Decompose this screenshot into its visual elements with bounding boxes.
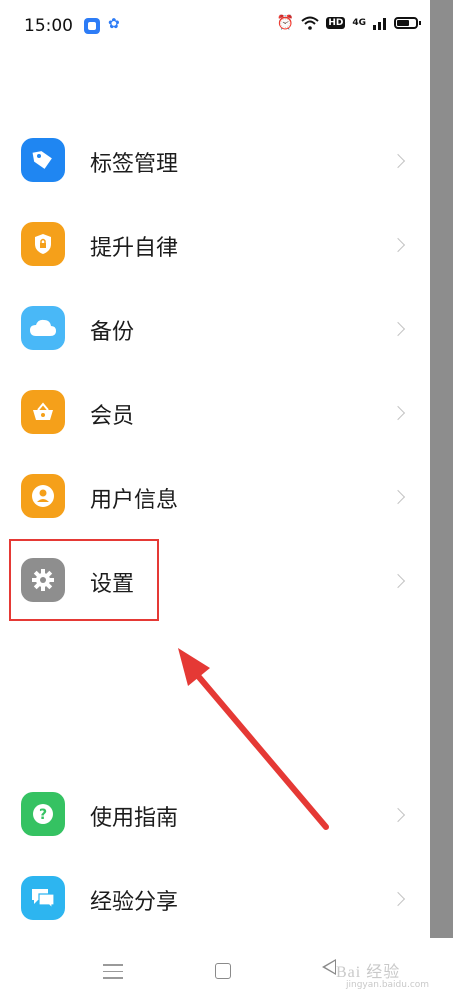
system-nav-bar: Bai 经验 jingyan.baidu.com [0, 948, 453, 1003]
menu-label: 经验分享 [90, 890, 179, 915]
menu-item-experience-share[interactable]: 经验分享 [0, 856, 430, 940]
chevron-right-icon [390, 807, 406, 823]
chat-icon [21, 876, 65, 920]
chevron-right-icon [390, 891, 406, 907]
svg-text:?: ? [39, 807, 47, 823]
back-button[interactable] [322, 959, 336, 975]
help-icon: ? [21, 792, 65, 836]
menu-label: 使用指南 [90, 806, 179, 831]
watermark-url: jingyan.baidu.com [346, 980, 430, 990]
home-button[interactable] [215, 963, 231, 979]
recent-apps-button[interactable] [103, 964, 123, 984]
menu-item-user-guide[interactable]: ? 使用指南 [0, 772, 430, 856]
watermark-logo: Bai 经验 [336, 964, 401, 981]
